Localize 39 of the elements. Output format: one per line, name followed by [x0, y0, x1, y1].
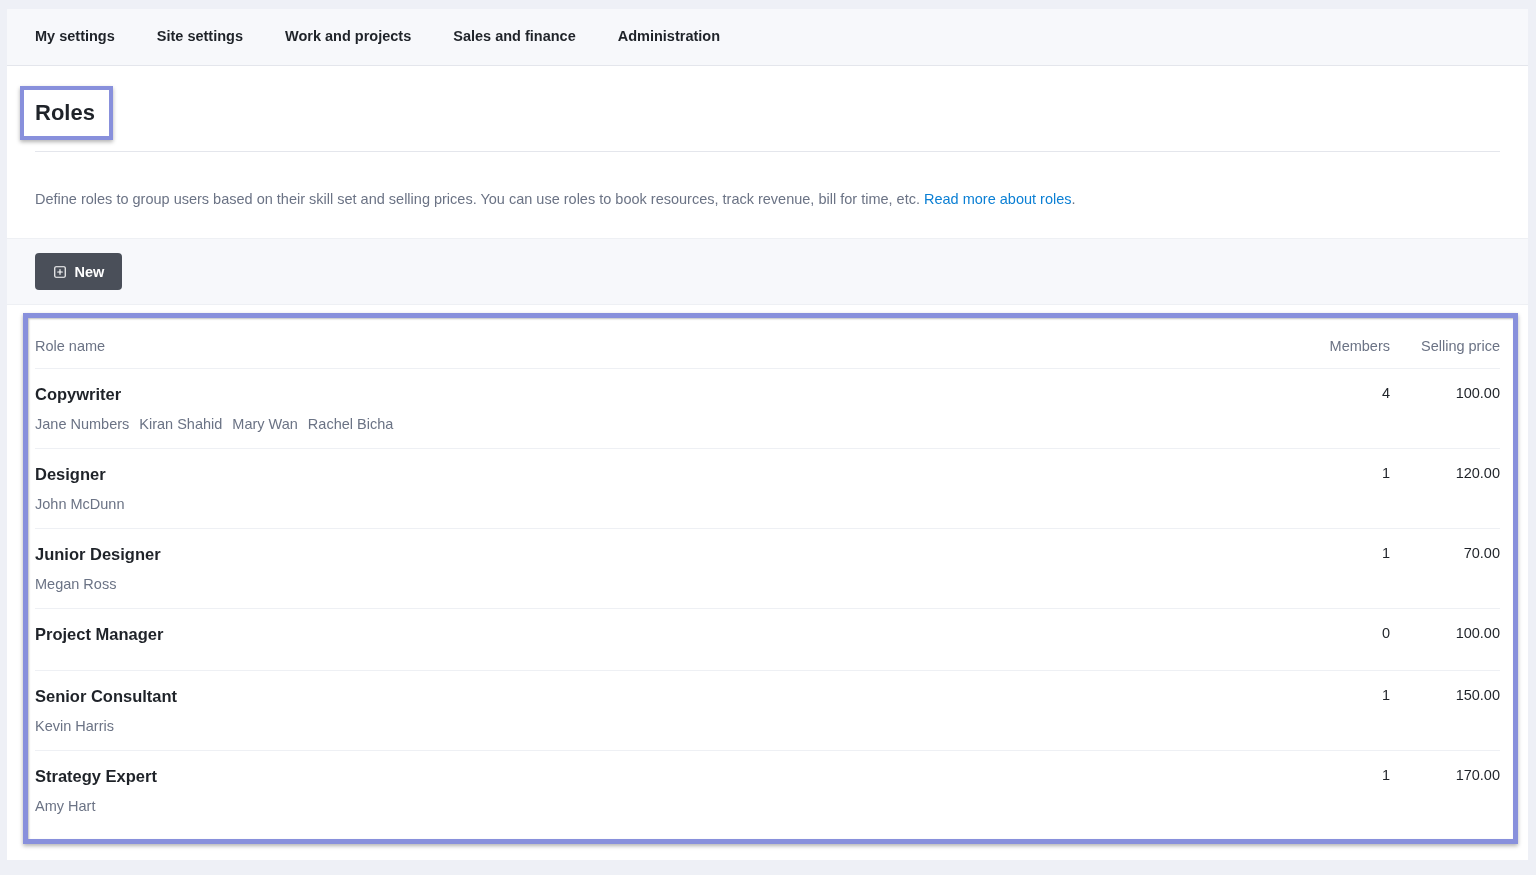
page-title: Roles [35, 99, 95, 127]
selling-price: 70.00 [1463, 544, 1500, 563]
description-text: Define roles to group users based on their skill set and selling prices. You can use roles to book resources, track revenue, bill for time, etc. Read more about roles. [35, 190, 1077, 209]
nav-tab[interactable]: Sales and finance [453, 22, 576, 52]
nav-tab[interactable]: Site settings [156, 22, 243, 52]
selling-price: 100.00 [1455, 384, 1500, 403]
nav-tab[interactable]: My settings [35, 22, 115, 52]
role-name[interactable]: Senior Consultant [35, 685, 178, 707]
selling-price: 100.00 [1455, 624, 1500, 643]
member-name: Rachel Bicha [307, 415, 394, 434]
member-name: Jane Numbers [35, 415, 130, 434]
nav-tab[interactable]: Work and projects [285, 22, 412, 52]
member-name: John McDunn [35, 495, 125, 514]
member-count: 4 [1381, 384, 1390, 403]
nav-tab[interactable]: Administration [617, 22, 721, 52]
role-name[interactable]: Project Manager [35, 623, 164, 645]
column-header: Selling price [1421, 337, 1500, 356]
member-name: Kevin Harris [35, 717, 114, 736]
selling-price: 170.00 [1455, 766, 1500, 785]
new-button[interactable]: New [35, 253, 122, 290]
selling-price: 150.00 [1455, 686, 1500, 705]
member-count: 0 [1381, 624, 1390, 643]
role-name[interactable]: Junior Designer [35, 543, 161, 565]
member-count: 1 [1381, 766, 1390, 785]
role-name[interactable]: Copywriter [35, 383, 122, 405]
read-more-link[interactable]: Read more about roles [924, 191, 1072, 207]
member-name: Mary Wan [232, 415, 298, 434]
member-name: Amy Hart [35, 797, 96, 816]
member-count: 1 [1381, 544, 1390, 563]
member-count: 1 [1381, 686, 1390, 705]
member-name: Megan Ross [35, 575, 117, 594]
column-header: Members [1329, 337, 1390, 356]
role-name[interactable]: Designer [35, 463, 106, 485]
member-name: Kiran Shahid [139, 415, 223, 434]
role-name[interactable]: Strategy Expert [35, 765, 157, 787]
column-header: Role name [35, 337, 106, 356]
member-count: 1 [1381, 464, 1390, 483]
plus-square-icon [52, 264, 67, 279]
selling-price: 120.00 [1455, 464, 1500, 483]
